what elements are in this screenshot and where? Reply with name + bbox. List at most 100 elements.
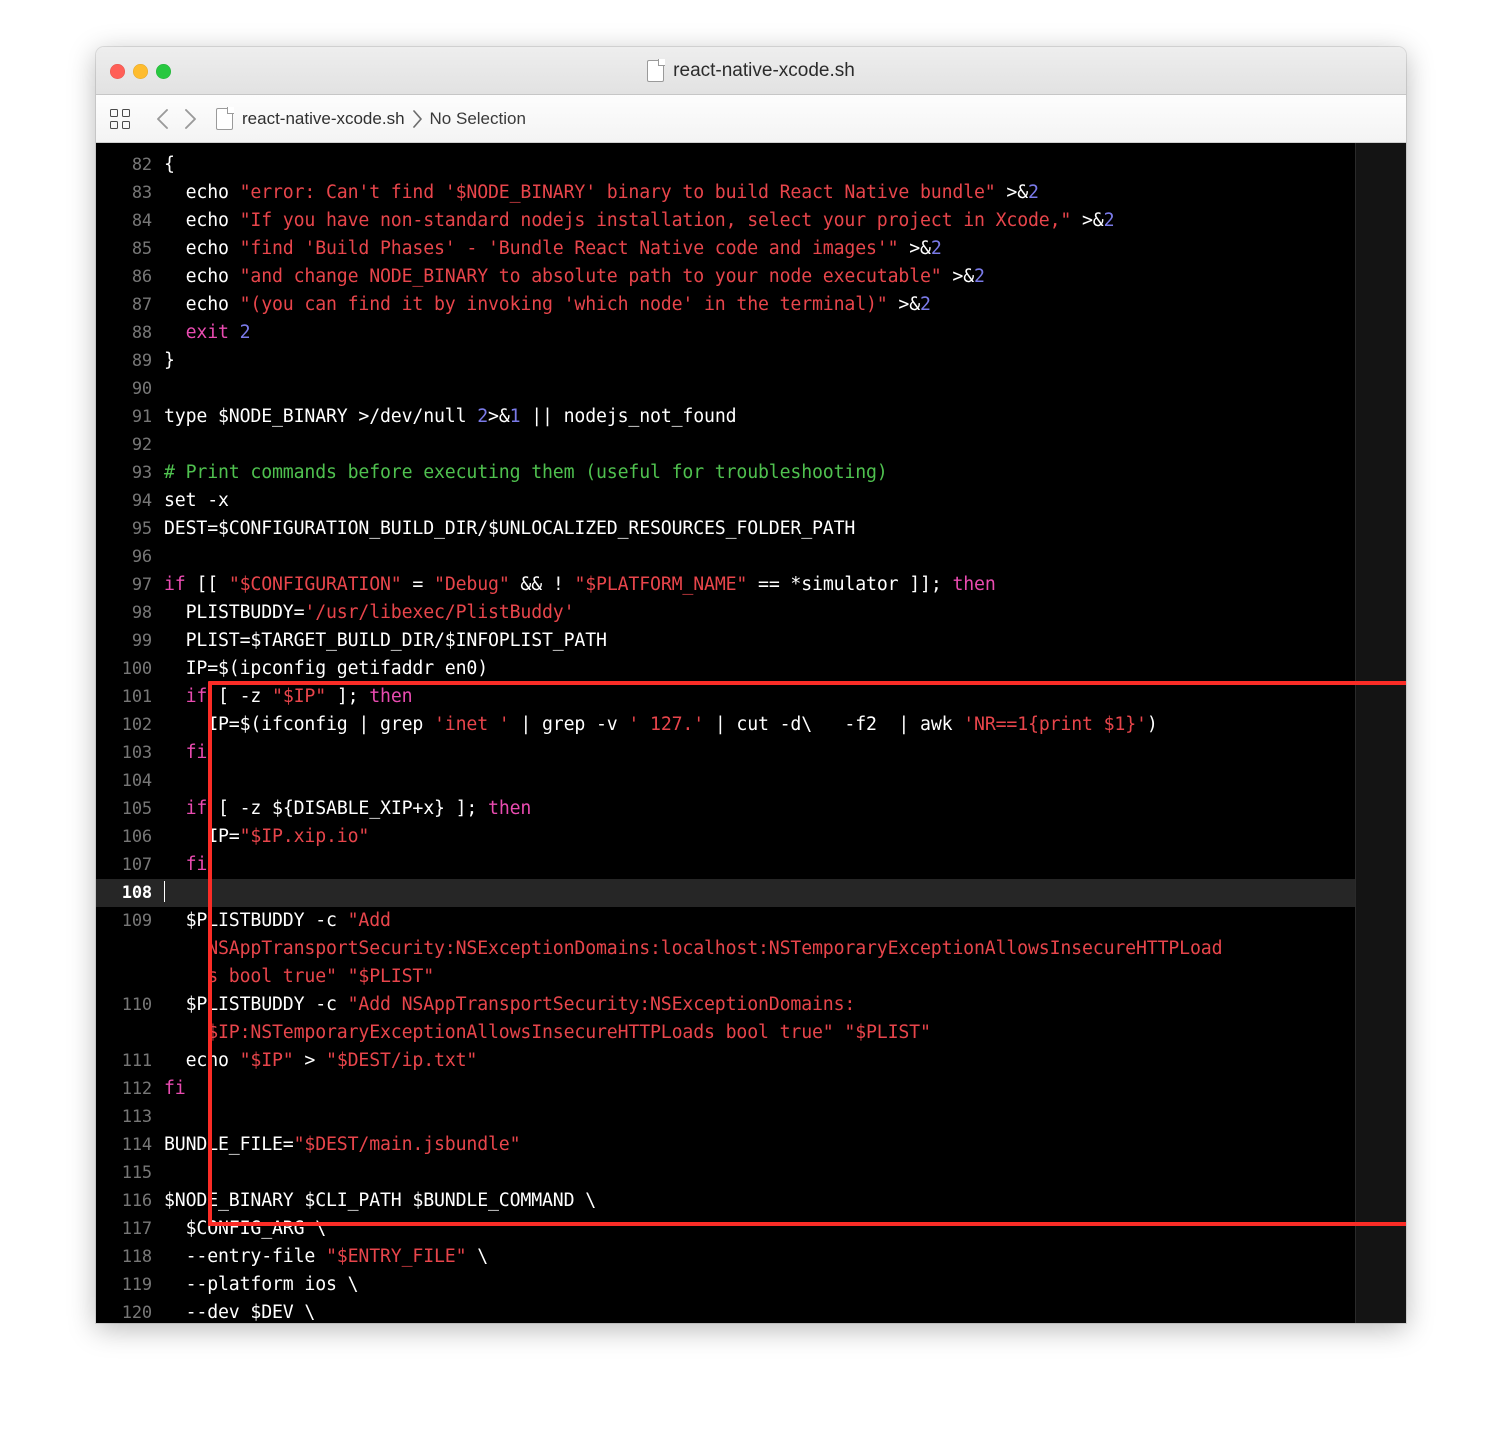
code-line[interactable]: 120 --dev $DEV \	[96, 1299, 1355, 1323]
code-line[interactable]: 119 --platform ios \	[96, 1271, 1355, 1299]
code-token-pln: --platform ios \	[164, 1274, 359, 1295]
code-line[interactable]: 99 PLIST=$TARGET_BUILD_DIR/$INFOPLIST_PA…	[96, 627, 1355, 655]
chevron-right-icon[interactable]	[176, 105, 204, 133]
line-source: }	[164, 347, 1355, 375]
code-token-pln: [ -z	[207, 686, 273, 707]
code-line[interactable]: 107 fi	[96, 851, 1355, 879]
breadcrumb: react-native-xcode.sh No Selection	[96, 95, 1406, 143]
line-number: 92	[131, 435, 152, 455]
code-line[interactable]: 82 {	[96, 151, 1355, 179]
code-editor[interactable]: 81 82 {83 echo "error: Can't find '$NODE_B…	[96, 143, 1406, 1323]
line-number: 104	[121, 771, 152, 791]
code-token-str: s bool true" "$PLIST"	[164, 966, 434, 987]
code-lines[interactable]: 81 82 {83 echo "error: Can't find '$NODE_B…	[96, 143, 1355, 1323]
code-line[interactable]: 108	[96, 879, 1355, 907]
code-token-pln: }	[164, 350, 175, 371]
code-line[interactable]: 98 PLISTBUDDY='/usr/libexec/PlistBuddy'	[96, 599, 1355, 627]
line-number: 99	[131, 631, 152, 651]
code-token-num: 2	[974, 266, 985, 287]
code-line[interactable]: 88 exit 2	[96, 319, 1355, 347]
code-line[interactable]: 101 if [ -z "$IP" ]; then	[96, 683, 1355, 711]
code-line[interactable]: 86 echo "and change NODE_BINARY to absol…	[96, 263, 1355, 291]
code-token-pln: echo	[164, 238, 240, 259]
code-line[interactable]: 87 echo "(you can find it by invoking 'w…	[96, 291, 1355, 319]
code-line[interactable]: 112 fi	[96, 1075, 1355, 1103]
code-line[interactable]: 116 $NODE_BINARY $CLI_PATH $BUNDLE_COMMAN…	[96, 1187, 1355, 1215]
code-line[interactable]: 94 set -x	[96, 487, 1355, 515]
code-token-pln: echo	[164, 1050, 240, 1071]
code-line[interactable]: 103 fi	[96, 739, 1355, 767]
code-token-pln: | grep -v	[509, 714, 629, 735]
line-source: $PLISTBUDDY -c "Add NSAppTransportSecuri…	[164, 991, 1355, 1019]
code-token-str: "Add NSAppTransportSecurity:NSExceptionD…	[347, 994, 856, 1015]
code-token-str: "find 'Build Phases' - 'Bundle React Nat…	[239, 238, 899, 259]
code-token-pln: IP=	[164, 826, 240, 847]
code-line[interactable]: 114 BUNDLE_FILE="$DEST/main.jsbundle"	[96, 1131, 1355, 1159]
code-line[interactable]: 100 IP=$(ipconfig getifaddr en0)	[96, 655, 1355, 683]
code-line[interactable]: 83 echo "error: Can't find '$NODE_BINARY…	[96, 179, 1355, 207]
code-line[interactable]: 118 --entry-file "$ENTRY_FILE" \	[96, 1243, 1355, 1271]
code-line[interactable]: 110 $PLISTBUDDY -c "Add NSAppTransportSe…	[96, 991, 1355, 1019]
line-number: 84	[131, 211, 152, 231]
line-number: 109	[121, 911, 152, 931]
line-number: 101	[121, 687, 152, 707]
code-line[interactable]: 105 if [ -z ${DISABLE_XIP+x} ]; then	[96, 795, 1355, 823]
code-line[interactable]: 95 DEST=$CONFIGURATION_BUILD_DIR/$UNLOCAL…	[96, 515, 1355, 543]
code-line-wrap[interactable]: $IP:NSTemporaryExceptionAllowsInsecureHT…	[96, 1019, 1355, 1047]
code-token-num: 2	[1103, 210, 1115, 231]
chevron-left-icon[interactable]	[148, 105, 176, 133]
code-token-str: "$DEST/main.jsbundle"	[293, 1134, 521, 1155]
line-number: 86	[131, 267, 152, 287]
code-line[interactable]: 84 echo "If you have non-standard nodejs…	[96, 207, 1355, 235]
code-line[interactable]: 111 echo "$IP" > "$DEST/ip.txt"	[96, 1047, 1355, 1075]
code-canvas[interactable]: 81 82 {83 echo "error: Can't find '$NODE_B…	[96, 143, 1355, 1323]
code-token-pln: [ -z ${DISABLE_XIP+x} ];	[207, 798, 489, 819]
code-line-wrap[interactable]: s bool true" "$PLIST"	[96, 963, 1355, 991]
minimize-button[interactable]	[133, 63, 148, 79]
code-line[interactable]: 115	[96, 1159, 1355, 1187]
breadcrumb-selection[interactable]: No Selection	[430, 109, 526, 129]
line-number: 94	[131, 491, 152, 511]
code-line[interactable]: 106 IP="$IP.xip.io"	[96, 823, 1355, 851]
code-token-pln: PLIST=$TARGET_BUILD_DIR/$INFOPLIST_PATH	[164, 630, 607, 651]
zoom-button[interactable]	[156, 63, 171, 79]
line-source: set -x	[164, 487, 1355, 515]
line-number: 107	[121, 855, 152, 875]
code-line[interactable]: 97 if [[ "$CONFIGURATION" = "Debug" && ! …	[96, 571, 1355, 599]
code-token-str: "Debug"	[434, 574, 510, 595]
code-token-num: 2	[920, 294, 931, 315]
code-line[interactable]: 117 $CONFIG_ARG \	[96, 1215, 1355, 1243]
code-line[interactable]: 90	[96, 375, 1355, 403]
code-token-pln: $PLISTBUDDY -c	[164, 910, 348, 931]
code-line[interactable]: 113	[96, 1103, 1355, 1131]
code-token-kw: if	[164, 574, 186, 595]
grid-icon[interactable]	[110, 108, 132, 130]
line-source: DEST=$CONFIGURATION_BUILD_DIR/$UNLOCALIZ…	[164, 515, 1355, 543]
breadcrumb-file-name[interactable]: react-native-xcode.sh	[242, 109, 405, 129]
code-line[interactable]: 96	[96, 543, 1355, 571]
code-token-pln: >&	[941, 266, 975, 287]
code-token-kw: exit	[185, 322, 229, 343]
vertical-scrollbar[interactable]	[1355, 143, 1406, 1323]
code-line[interactable]: 89}	[96, 347, 1355, 375]
line-source: $PLISTBUDDY -c "Add	[164, 907, 1355, 935]
code-line[interactable]: 93 # Print commands before executing them…	[96, 459, 1355, 487]
line-number: 108	[121, 883, 152, 903]
code-line[interactable]: 109 $PLISTBUDDY -c "Add	[96, 907, 1355, 935]
line-number: 98	[131, 603, 152, 623]
code-token-pln: >&	[995, 182, 1029, 203]
code-token-pln: echo	[164, 182, 240, 203]
code-line[interactable]: 104	[96, 767, 1355, 795]
code-token-num: 2	[930, 238, 942, 259]
code-token-pln: echo	[164, 210, 240, 231]
code-line[interactable]: 92	[96, 431, 1355, 459]
line-number: 114	[121, 1135, 152, 1155]
code-line[interactable]: 85 echo "find 'Build Phases' - 'Bundle R…	[96, 235, 1355, 263]
close-button[interactable]	[110, 63, 125, 79]
line-number: 85	[131, 239, 152, 259]
code-line[interactable]: 81	[96, 143, 1355, 151]
code-line-wrap[interactable]: NSAppTransportSecurity:NSExceptionDomain…	[96, 935, 1355, 963]
code-line[interactable]: 91 type $NODE_BINARY >/dev/null 2>&1 || n…	[96, 403, 1355, 431]
code-line[interactable]: 102 IP=$(ifconfig | grep 'inet ' | grep …	[96, 711, 1355, 739]
line-source: if [ -z ${DISABLE_XIP+x} ]; then	[164, 795, 1355, 823]
